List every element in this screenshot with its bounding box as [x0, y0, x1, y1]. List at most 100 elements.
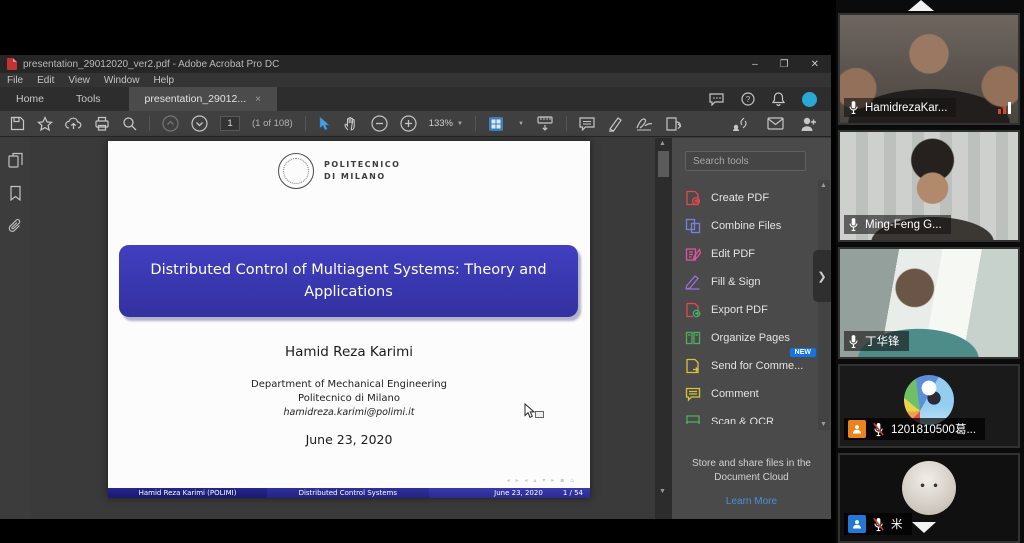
- notifications-bell-icon[interactable]: [772, 92, 785, 106]
- fill-sign-icon: [686, 276, 699, 289]
- next-page-icon[interactable]: [191, 115, 208, 132]
- participants-strip: HamidrezaKar... Ming-Feng G... 丁华锋: [836, 0, 1024, 543]
- cursor-drag-box: [535, 411, 544, 418]
- hand-tool-icon[interactable]: [343, 116, 359, 132]
- mic-muted-icon[interactable]: [872, 422, 885, 437]
- slide-affiliation-2: Politecnico di Milano: [108, 392, 590, 406]
- slide-email: hamidreza.karimi@polimi.it: [108, 406, 590, 419]
- attachments-icon[interactable]: [8, 218, 22, 234]
- comment-icon: [687, 388, 700, 400]
- mic-on-icon[interactable]: [848, 217, 859, 232]
- close-button[interactable]: ✕: [811, 59, 819, 70]
- scrollbar-up-icon[interactable]: ▲: [659, 140, 666, 147]
- new-badge: NEW: [790, 348, 816, 357]
- panel-scroll-down-icon[interactable]: ▼: [820, 421, 827, 428]
- share-cloud-icon[interactable]: [65, 116, 82, 131]
- scrollbar-down-icon[interactable]: ▼: [659, 488, 666, 495]
- tab-document[interactable]: presentation_29012... ×: [129, 87, 277, 111]
- logo-text-line1: POLITECNICO: [324, 159, 400, 171]
- previous-page-icon[interactable]: [162, 115, 179, 132]
- save-icon[interactable]: [10, 116, 25, 131]
- connection-signal-icon: [998, 102, 1011, 114]
- page-number-input[interactable]: 1: [220, 116, 240, 131]
- tool-label: Export PDF: [711, 304, 768, 316]
- footer-author: Hamid Reza Karimi (POLIMI): [108, 488, 267, 498]
- learn-more-link[interactable]: Learn More: [672, 496, 831, 507]
- participants-scroll-up-icon[interactable]: [908, 0, 934, 11]
- tool-label: Combine Files: [711, 220, 781, 232]
- document-scrollbar[interactable]: ▲ ▼: [655, 138, 672, 519]
- tool-combine-files[interactable]: Combine Files: [685, 212, 818, 240]
- tool-create-pdf[interactable]: Create PDF: [685, 184, 818, 212]
- menu-help[interactable]: Help: [146, 75, 181, 86]
- zoom-level-value: 133%: [429, 118, 453, 129]
- panel-scroll-up-icon[interactable]: ▲: [820, 182, 827, 189]
- tool-label: Scan & OCR: [711, 416, 774, 424]
- tab-tools[interactable]: Tools: [60, 87, 117, 111]
- tool-label: Comment: [711, 388, 759, 400]
- send-review-icon[interactable]: [665, 116, 682, 132]
- main-toolbar: 1 (1 of 108) 133% ▼ ▼: [0, 111, 831, 137]
- combine-files-icon: [687, 220, 700, 233]
- restore-button[interactable]: ❐: [780, 59, 789, 70]
- zoom-level-dropdown[interactable]: 133% ▼: [429, 118, 463, 129]
- add-account-icon[interactable]: [800, 116, 817, 132]
- chevron-down-icon: ▼: [457, 121, 463, 127]
- beamer-navigation-icons[interactable]: ◂ ▸ ◂ ▴ ▾ ▸ ▪ ⌂: [507, 477, 576, 484]
- tool-export-pdf[interactable]: Export PDF: [685, 296, 818, 324]
- participant-tile[interactable]: HamidrezaKar...: [838, 13, 1020, 125]
- menu-view[interactable]: View: [61, 75, 97, 86]
- menu-edit[interactable]: Edit: [30, 75, 61, 86]
- participant-tile[interactable]: Ming-Feng G...: [838, 130, 1020, 242]
- tool-label: Create PDF: [711, 192, 769, 204]
- share-link-icon[interactable]: [732, 116, 751, 131]
- tool-fill-sign[interactable]: Fill & Sign: [685, 268, 818, 296]
- slide-author: Hamid Reza Karimi: [108, 344, 590, 360]
- feedback-bubble-icon[interactable]: [709, 93, 724, 106]
- comment-bubble-icon[interactable]: [579, 117, 595, 131]
- tool-comment[interactable]: Comment: [685, 380, 818, 408]
- tab-close-icon[interactable]: ×: [255, 94, 261, 105]
- page-thumbnails-icon[interactable]: [8, 152, 23, 168]
- mouse-cursor: [524, 403, 536, 424]
- measure-icon[interactable]: [536, 115, 554, 132]
- participant-name: Ming-Feng G...: [865, 219, 942, 231]
- zoom-in-icon[interactable]: [400, 115, 417, 132]
- organize-pages-icon: [687, 333, 700, 344]
- find-icon[interactable]: [122, 116, 137, 131]
- sign-icon[interactable]: [635, 116, 653, 131]
- email-icon[interactable]: [767, 117, 784, 130]
- page-display-icon[interactable]: [488, 116, 506, 132]
- search-tools-input[interactable]: [685, 151, 806, 171]
- slide-footer-bar: Hamid Reza Karimi (POLIMI) Distributed C…: [108, 488, 590, 498]
- print-icon[interactable]: [94, 116, 110, 131]
- user-avatar[interactable]: [802, 92, 817, 107]
- mic-on-icon[interactable]: [848, 334, 859, 349]
- scrollbar-thumb[interactable]: [658, 151, 669, 177]
- menu-file[interactable]: File: [0, 75, 30, 86]
- chevron-down-icon[interactable]: ▼: [518, 121, 524, 127]
- participants-scroll-down-icon[interactable]: [912, 522, 936, 533]
- tool-label: Fill & Sign: [711, 276, 761, 288]
- participant-tile[interactable]: 1201810500葛...: [838, 364, 1020, 448]
- bookmarks-icon[interactable]: [9, 185, 22, 201]
- tool-edit-pdf[interactable]: Edit PDF: [685, 240, 818, 268]
- help-icon[interactable]: ?: [741, 92, 755, 106]
- collapse-right-panel-handle[interactable]: ❯: [813, 250, 831, 302]
- minimize-button[interactable]: –: [752, 59, 758, 70]
- select-tool-icon[interactable]: [318, 116, 331, 132]
- menu-window[interactable]: Window: [97, 75, 147, 86]
- tool-scan-ocr[interactable]: Scan & OCR: [685, 408, 818, 424]
- participant-tile[interactable]: 丁华锋: [838, 247, 1020, 359]
- slide-title-box: Distributed Control of Multiagent System…: [119, 245, 578, 317]
- mic-on-icon[interactable]: [848, 100, 859, 115]
- zoom-out-icon[interactable]: [371, 115, 388, 132]
- highlight-pen-icon[interactable]: [607, 116, 623, 132]
- tab-home[interactable]: Home: [0, 87, 60, 111]
- tools-panel-scrollbar[interactable]: ▲ ▼: [818, 180, 830, 430]
- tool-send-for-comments[interactable]: Send for Comme... NEW: [685, 352, 818, 380]
- tool-label: Organize Pages: [711, 332, 790, 344]
- tab-bar: Home Tools presentation_29012... × ?: [0, 87, 831, 111]
- favorites-star-icon[interactable]: [37, 116, 53, 131]
- mic-muted-icon[interactable]: [872, 517, 885, 532]
